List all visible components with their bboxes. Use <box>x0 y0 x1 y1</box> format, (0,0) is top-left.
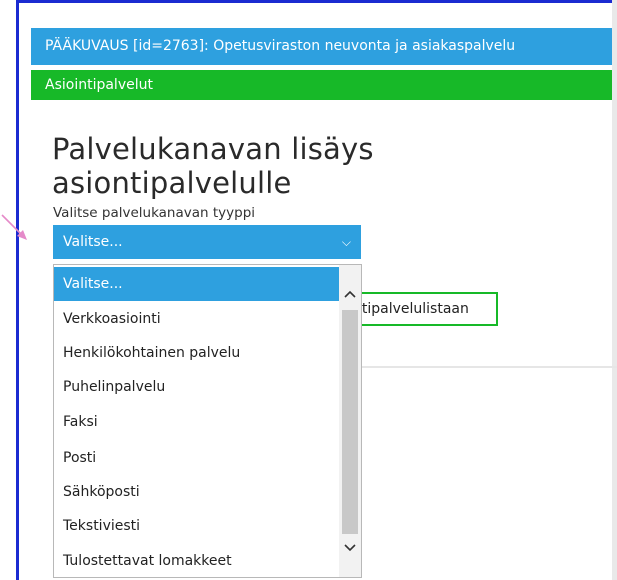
dropdown-option-sahkoposti[interactable]: Sähköposti <box>54 475 339 509</box>
dropdown-option-tulostettavat-lomakkeet[interactable]: Tulostettavat lomakkeet <box>54 544 339 577</box>
annotation-arrow-icon <box>1 214 27 240</box>
divider <box>362 366 617 368</box>
section-header: Asiointipalvelut <box>31 70 612 100</box>
page-title: Palvelukanavan lisäys asiontipalvelulle <box>52 132 374 200</box>
scroll-up-icon[interactable] <box>339 285 361 305</box>
chevron-down-icon: ⌵ <box>341 235 351 249</box>
main-description-header: PÄÄKUVAUS [id=2763]: Opetusviraston neuv… <box>31 28 612 65</box>
dropdown-scrollbar[interactable] <box>339 265 361 577</box>
dropdown-option-valitse[interactable]: Valitse... <box>54 267 339 301</box>
scroll-thumb[interactable] <box>342 310 358 534</box>
back-button-label: ntipalvelulistaan <box>353 301 469 317</box>
dropdown-option-posti[interactable]: Posti <box>54 441 339 475</box>
channel-type-label: Valitse palvelukanavan tyyppi <box>53 205 256 221</box>
dropdown-option-puhelinpalvelu[interactable]: Puhelinpalvelu <box>54 370 339 404</box>
dropdown-list[interactable]: Valitse... Verkkoasiointi Henkilökohtain… <box>53 264 362 578</box>
window-frame-top <box>16 0 617 3</box>
select-value: Valitse... <box>63 234 123 250</box>
window-frame-right <box>612 0 617 580</box>
back-to-list-button[interactable]: ntipalvelulistaan <box>345 292 498 326</box>
window-frame-left <box>16 0 19 580</box>
dropdown-option-tekstiviesti[interactable]: Tekstiviesti <box>54 509 339 543</box>
dropdown-option-faksi[interactable]: Faksi <box>54 405 339 439</box>
scroll-down-icon[interactable] <box>339 539 361 559</box>
channel-type-select[interactable]: Valitse... ⌵ <box>53 225 361 259</box>
dropdown-option-henkilokohtainen-palvelu[interactable]: Henkilökohtainen palvelu <box>54 336 339 370</box>
dropdown-option-verkkoasiointi[interactable]: Verkkoasiointi <box>54 302 339 336</box>
